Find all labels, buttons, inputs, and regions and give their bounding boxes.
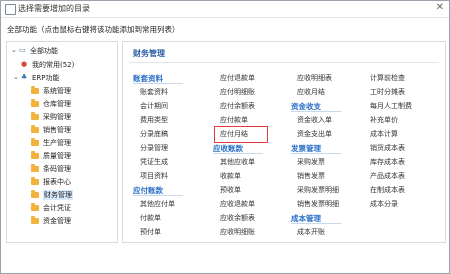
dialog-window: 选择需要增加的目录 ✕ 全部功能（点击鼠标右键将该功能添加到常用列表） ⌄ ▭ 全部…	[0, 0, 450, 274]
menu-item[interactable]: 分录管理	[140, 143, 168, 153]
menu-item[interactable]: 销售发票明细	[297, 199, 339, 209]
tree-node-label: 销售管理	[43, 126, 71, 134]
menu-item[interactable]: 应付退款单	[220, 73, 255, 83]
menu-item[interactable]: 采购发票明细	[297, 185, 339, 195]
folder-icon	[31, 99, 39, 107]
menu-item[interactable]: 应收明细账	[220, 227, 255, 237]
folder-icon	[31, 190, 39, 198]
section-underline	[213, 153, 263, 154]
menu-item[interactable]: 预收单	[220, 185, 241, 195]
hint-text: 全部功能（点击鼠标右键将该功能添加到常用列表）	[7, 25, 180, 34]
menu-item[interactable]: 收款单	[220, 171, 241, 181]
menu-item[interactable]: 应收余额表	[220, 213, 255, 223]
folder-icon	[31, 151, 39, 159]
tree-node-label: 条码管理	[43, 165, 71, 173]
menu-item[interactable]: 工时分摊表	[370, 87, 405, 97]
menu-item[interactable]: 分录底稿	[140, 129, 168, 139]
menu-item[interactable]: 计算前检查	[370, 73, 405, 83]
folder-icon	[31, 112, 39, 120]
menu-item[interactable]: 付款单	[140, 213, 161, 223]
menu-item[interactable]: 账套资料	[140, 87, 168, 97]
menu-item[interactable]: 凭证生成	[140, 157, 168, 167]
tree-node-label: 资金管理	[43, 217, 71, 225]
collapse-icon[interactable]: ⌄	[11, 46, 17, 54]
section-underline	[291, 111, 341, 112]
window-title: 选择需要增加的目录	[18, 4, 90, 13]
function-tree: ⌄ ▭ 全部功能 ● 我的常用(52) ⌄ ♣ ERP功能 系统管理 仓库管理 采购管理 销售管理 生产…	[6, 41, 118, 243]
menu-item[interactable]: 产品成本表	[370, 171, 405, 181]
tree-node-label: 会计凭证	[43, 204, 71, 212]
folder-icon	[31, 164, 39, 172]
monitor-icon: ▭	[19, 46, 26, 54]
menu-item[interactable]: 预付单	[140, 227, 161, 237]
menu-item[interactable]: 费用类型	[140, 115, 168, 125]
section-underline	[133, 195, 183, 196]
close-icon[interactable]: ✕	[436, 2, 444, 13]
tree-node-label: 报表中心	[43, 178, 71, 186]
section-underline	[291, 153, 341, 154]
tree-node-label: 系统管理	[43, 87, 71, 95]
menu-item[interactable]: 成本计算	[370, 129, 398, 139]
menu-item[interactable]: 补充单价	[370, 115, 398, 125]
tree-node-label: 我的常用(52)	[32, 61, 75, 69]
folder-icon	[31, 216, 39, 224]
menu-item[interactable]: 成本分录	[370, 199, 398, 209]
menu-item[interactable]: 每月人工制费	[370, 101, 412, 111]
tree-node-label: 生产管理	[43, 139, 71, 147]
erp-icon: ♣	[21, 73, 28, 81]
section-underline	[291, 223, 341, 224]
menu-item[interactable]: 项目资料	[140, 171, 168, 181]
menu-item[interactable]: 其他应付单	[140, 199, 175, 209]
tree-node-label: 质量管理	[43, 152, 71, 160]
menu-item[interactable]: 资金收入单	[297, 115, 332, 125]
section-underline	[133, 83, 183, 84]
menu-item[interactable]: 在制成本表	[370, 185, 405, 195]
menu-item[interactable]: 其他应收单	[220, 157, 255, 167]
panel-title: 财务管理	[133, 49, 165, 58]
app-icon	[5, 4, 16, 15]
menu-item[interactable]: 成本开账	[297, 227, 325, 237]
title-bar: 选择需要增加的目录 ✕	[1, 1, 449, 18]
folder-icon	[31, 125, 39, 133]
menu-item[interactable]: 资金支出单	[297, 129, 332, 139]
menu-item[interactable]: 应收明细表	[297, 73, 332, 83]
tree-node-label: 仓库管理	[43, 100, 71, 108]
menu-item[interactable]: 应付款单	[220, 115, 248, 125]
menu-item[interactable]: 应付明细账	[220, 87, 255, 97]
tree-node-label: 财务管理	[43, 190, 73, 200]
divider	[129, 62, 439, 63]
menu-item[interactable]: 应收月结	[297, 87, 325, 97]
menu-item[interactable]: 会计期间	[140, 101, 168, 111]
menu-item[interactable]: 应收退款单	[220, 199, 255, 209]
folder-icon	[31, 203, 39, 211]
menu-item[interactable]: 销售发票	[297, 171, 325, 181]
highlight-box	[214, 126, 268, 143]
folder-icon	[31, 138, 39, 146]
favorites-icon: ●	[21, 60, 28, 68]
folder-icon	[31, 177, 39, 185]
folder-icon	[31, 86, 39, 94]
tree-node-label: 采购管理	[43, 113, 71, 121]
tree-node-label: 全部功能	[30, 47, 58, 55]
menu-item[interactable]: 应付余额表	[220, 101, 255, 111]
tree-node-label: ERP功能	[32, 74, 60, 82]
menu-item[interactable]: 采购发票	[297, 157, 325, 167]
menu-item[interactable]: 库存成本表	[370, 157, 405, 167]
function-panel: 财务管理 账套资料 账套资料 会计期间 费用类型 分录底稿 分录管理 凭证生成 项目资料 应付账…	[122, 41, 446, 243]
menu-item[interactable]: 销货成本表	[370, 143, 405, 153]
collapse-icon[interactable]: ⌄	[13, 73, 19, 81]
